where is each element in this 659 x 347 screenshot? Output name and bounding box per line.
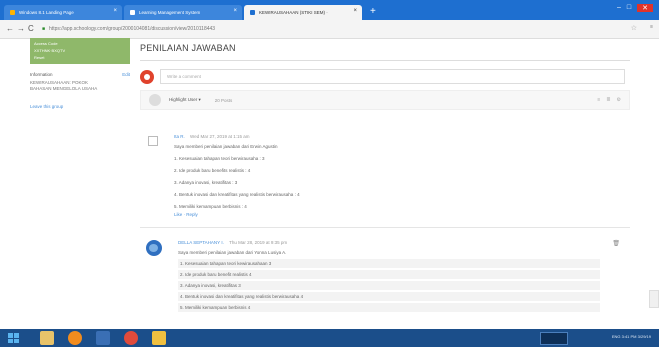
- tab-windows-landing[interactable]: Windows 8.1 Landing Page ×: [4, 5, 122, 20]
- user-avatar: [140, 69, 154, 84]
- thread-view-icon[interactable]: ≣: [606, 97, 610, 103]
- windows-tab-icon: [10, 10, 15, 15]
- list-item: 5. Memiliki kemampuan berbisnis : 4: [174, 204, 247, 209]
- list-item: 1. Kesesuaian tahapan teori kewirausahaa…: [178, 259, 600, 268]
- tab-label: Learning Management System: [139, 10, 201, 15]
- access-code-label: Access Code: [34, 41, 58, 46]
- divider: [140, 227, 630, 228]
- comment-composer: Write a comment: [140, 69, 630, 84]
- discussion-post: DELLA SEPTAHANY I. Thu Mar 28, 2019 at 9…: [140, 240, 630, 312]
- like-reply-links[interactable]: Like · Reply: [174, 212, 594, 217]
- broken-image-avatar: [148, 136, 158, 146]
- view-tools: ≡ ≣ ⚙: [597, 97, 621, 103]
- schoology-tab-icon: [250, 10, 255, 15]
- bookmark-star-icon[interactable]: ☆: [631, 24, 637, 32]
- list-item: 5. Memiliki kemampuan berbisnis 4: [178, 303, 600, 312]
- reload-icon[interactable]: C: [28, 24, 34, 33]
- access-code-box: Access Code XXTHNK·BXQTV Reset: [30, 38, 130, 64]
- post-author[interactable]: Ita R.: [174, 134, 185, 139]
- url-field[interactable]: ■ https://app.schoology.com/group/200010…: [42, 23, 612, 35]
- browser-tab-strip: Windows 8.1 Landing Page × Learning Mana…: [0, 0, 659, 20]
- close-icon[interactable]: ×: [233, 8, 237, 14]
- filter-bar: Highlight User ▾ 20 Posts ≡ ≣ ⚙: [140, 90, 630, 110]
- tray-indicator: [540, 332, 568, 345]
- schoology-tab-icon: [130, 10, 135, 15]
- close-icon[interactable]: ×: [113, 8, 117, 14]
- leave-group-link[interactable]: Leave this group: [30, 104, 130, 109]
- scroll-handle[interactable]: [649, 290, 659, 308]
- list-item: 2. Ide produk baru benefit realistis 4: [178, 270, 600, 279]
- tab-kewirausahaan[interactable]: KEWIRAUSAHAAN (STIKI SEM) · ×: [244, 5, 362, 20]
- chrome-icon[interactable]: [124, 331, 138, 345]
- list-item: 4. Bentuk inovasi dan kreatifitas yang r…: [174, 192, 300, 197]
- post-body: DELLA SEPTAHANY I. Thu Mar 28, 2019 at 9…: [178, 240, 600, 312]
- tab-learning-management[interactable]: Learning Management System ×: [124, 5, 242, 20]
- user-filter-icon: [149, 94, 161, 106]
- post-body: Ita R. Wed Mar 27, 2019 at 1:15 am Saya …: [174, 134, 594, 217]
- language-indicator[interactable]: ENG: [612, 334, 621, 339]
- clock-time[interactable]: 3:41 PM: [622, 334, 637, 339]
- windows-taskbar: ENG 3:41 PM 3/29/19: [0, 329, 659, 347]
- maximize-icon[interactable]: □: [627, 4, 631, 12]
- post-time: Thu Mar 28, 2019 at 9:35 pm: [229, 240, 288, 245]
- information-text: KEWIRAUSAHAAN: POKOK BAHASAN MENGELOLA U…: [30, 80, 98, 91]
- trash-icon[interactable]: 🗑: [612, 240, 620, 247]
- discussion-post: Ita R. Wed Mar 27, 2019 at 1:15 am Saya …: [140, 134, 630, 217]
- list-item: 4. Bentuk inovasi dan kreatifitas yang r…: [178, 292, 600, 301]
- close-icon[interactable]: ×: [353, 8, 357, 14]
- minimize-icon[interactable]: –: [617, 4, 621, 12]
- file-explorer-icon[interactable]: [40, 331, 54, 345]
- access-code-reset-link[interactable]: Reset: [34, 55, 126, 60]
- group-sidebar: Access Code XXTHNK·BXQTV Reset Informati…: [30, 38, 130, 109]
- post-time: Wed Mar 27, 2019 at 1:15 am: [190, 134, 250, 139]
- list-item: 1. Kesesuaian tahapan teori berwirausaha…: [174, 156, 265, 161]
- posts-count: 20 Posts: [214, 97, 233, 103]
- post-author-line: Ita R. Wed Mar 27, 2019 at 1:15 am: [174, 134, 594, 139]
- clock-date[interactable]: 3/29/19: [638, 334, 651, 339]
- avatar: [146, 240, 162, 256]
- divider: [140, 60, 630, 61]
- menu-icon[interactable]: ≡: [650, 24, 653, 30]
- page-title: PENILAIAN JAWABAN: [140, 43, 236, 53]
- access-code-value: XXTHNK·BXQTV: [34, 48, 66, 53]
- store-icon[interactable]: [96, 331, 110, 345]
- system-tray: ENG 3:41 PM 3/29/19: [612, 334, 651, 339]
- close-window-icon[interactable]: ✕: [637, 4, 653, 12]
- post-author-line: DELLA SEPTAHANY I. Thu Mar 28, 2019 at 9…: [178, 240, 598, 245]
- new-tab-button[interactable]: +: [370, 6, 376, 17]
- forward-icon[interactable]: →: [17, 24, 25, 33]
- address-bar: ← → C ■ https://app.schoology.com/group/…: [0, 20, 659, 39]
- post-intro: Saya memberi penilaian jawaban dari Yonn…: [178, 250, 287, 255]
- discussion-main: PENILAIAN JAWABAN Write a comment Highli…: [140, 38, 630, 312]
- comment-input[interactable]: Write a comment: [160, 69, 625, 84]
- tab-label: KEWIRAUSAHAAN (STIKI SEM) ·: [259, 10, 328, 15]
- lock-icon: ■: [42, 26, 46, 32]
- firefox-icon[interactable]: [68, 331, 82, 345]
- window-controls: – □ ✕: [617, 4, 653, 12]
- post-author[interactable]: DELLA SEPTAHANY I.: [178, 240, 224, 245]
- post-intro: Saya memberi penilaian jawaban dari Erwi…: [174, 144, 278, 149]
- start-button[interactable]: [8, 333, 19, 343]
- highlight-user-dropdown[interactable]: Highlight User ▾: [169, 97, 201, 103]
- list-view-icon[interactable]: ≡: [597, 97, 600, 103]
- list-item: 3. Adanya inovasi, kreatifitas : 3: [174, 180, 238, 185]
- tab-label: Windows 8.1 Landing Page: [19, 10, 74, 15]
- folder-icon[interactable]: [152, 331, 166, 345]
- information-header: Information Edit: [30, 72, 130, 77]
- back-icon[interactable]: ←: [6, 24, 14, 33]
- information-label: Information: [30, 72, 53, 77]
- list-item: 2. Ide produk baru benefits realistis : …: [174, 168, 251, 173]
- settings-icon[interactable]: ⚙: [617, 97, 621, 103]
- list-item: 3. Adanya inovasi, kreatifitas 3: [178, 281, 600, 290]
- edit-link[interactable]: Edit: [122, 72, 130, 77]
- url-text: https://app.schoology.com/group/20001040…: [49, 26, 216, 32]
